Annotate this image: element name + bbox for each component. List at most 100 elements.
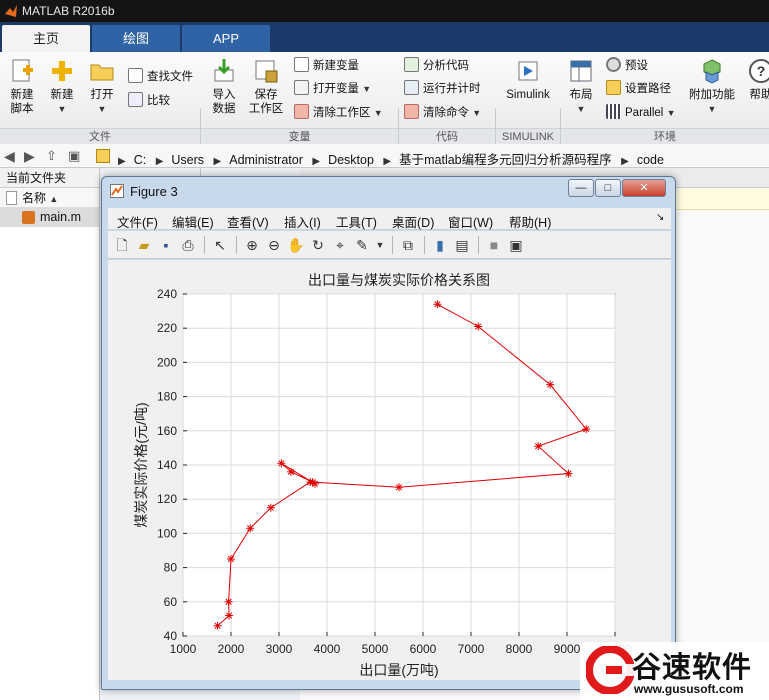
clear-commands-button[interactable]: 清除命令 ▼	[404, 104, 481, 122]
preferences-button[interactable]: 预设	[606, 57, 648, 75]
breadcrumb-item[interactable]: C:	[134, 153, 147, 167]
breadcrumb-item[interactable]: Desktop	[328, 153, 374, 167]
open-variable-button[interactable]: 打开变量 ▼	[294, 80, 371, 98]
forward-arrow-icon[interactable]: ▶	[24, 148, 35, 165]
figure-title-bar[interactable]: Figure 3 — □ ✕	[102, 177, 675, 205]
watermark-url: www.gususoft.com	[634, 682, 744, 696]
chevron-down-icon: ▼	[362, 84, 372, 94]
maximize-button[interactable]: □	[595, 179, 621, 197]
x-tick-label: 3000	[266, 642, 293, 656]
menu-tools[interactable]: 工具(T)	[336, 212, 377, 231]
data-cursor-icon[interactable]: ⌖	[330, 235, 350, 255]
chevron-up-icon: ▲	[49, 194, 59, 204]
menu-help[interactable]: 帮助(H)	[509, 212, 551, 231]
chevron-down-icon[interactable]: ▼	[370, 235, 390, 255]
hide-plot-tools-icon[interactable]: ■	[484, 235, 504, 255]
up-folder-icon[interactable]: ⇧	[46, 148, 57, 164]
help-button[interactable]: ? 帮助	[746, 58, 769, 102]
minimize-button[interactable]: —	[568, 179, 594, 197]
set-path-button[interactable]: 设置路径	[606, 80, 671, 98]
menu-insert[interactable]: 插入(I)	[284, 212, 321, 231]
watermark-name: 谷速软件	[632, 650, 753, 684]
parallel-button[interactable]: Parallel ▼	[606, 104, 675, 122]
find-files-button[interactable]: 查找文件	[128, 68, 193, 86]
clear-commands-label: 清除命令	[423, 107, 469, 119]
save-icon[interactable]: ▪	[156, 235, 176, 255]
tab-plots[interactable]: 绘图	[92, 25, 180, 52]
run-and-time-button[interactable]: 运行并计时	[404, 80, 481, 98]
y-tick-label: 100	[157, 526, 177, 540]
close-button[interactable]: ✕	[622, 179, 666, 197]
compare-button[interactable]: 比较	[128, 92, 170, 110]
layout-button[interactable]: 布局 ▼	[564, 58, 598, 116]
tab-apps[interactable]: APP	[182, 25, 270, 52]
print-icon[interactable]: ⎙	[178, 235, 198, 255]
breadcrumb-separator-icon: ▶	[155, 156, 164, 167]
layout-icon	[570, 60, 592, 82]
section-label-code: 代码	[399, 128, 495, 144]
menu-file[interactable]: 文件(F)	[117, 212, 158, 231]
new-variable-button[interactable]: 新建变量	[294, 57, 359, 75]
figure-canvas: 1000200030004000500060007000800090001000…	[108, 260, 671, 680]
import-data-button[interactable]: 导入 数据	[206, 58, 242, 116]
link-plot-icon[interactable]: ⧉	[398, 235, 418, 255]
y-tick-label: 120	[157, 492, 177, 506]
find-files-icon	[128, 68, 143, 83]
chevron-down-icon: ▼	[97, 104, 107, 114]
open-file-icon[interactable]: ▰	[134, 235, 154, 255]
simulink-button[interactable]: Simulink	[500, 58, 556, 102]
menu-edit[interactable]: 编辑(E)	[172, 212, 214, 231]
data-point	[564, 469, 573, 478]
colorbar-icon[interactable]: ▮	[430, 235, 450, 255]
analyze-code-label: 分析代码	[423, 60, 469, 72]
add-ons-icon	[703, 59, 721, 84]
chart-svg: 1000200030004000500060007000800090001000…	[133, 272, 632, 678]
chevron-down-icon: ▼	[57, 104, 67, 114]
rotate-3d-icon[interactable]: ↻	[308, 235, 328, 255]
clear-workspace-button[interactable]: 清除工作区 ▼	[294, 104, 383, 122]
breadcrumb-separator-icon: ▶	[383, 156, 392, 167]
breadcrumb-item[interactable]: code	[637, 153, 664, 167]
brush-icon[interactable]: ✎	[352, 235, 372, 255]
toolbar-divider	[204, 236, 205, 254]
browse-folder-icon[interactable]: ▣	[68, 148, 80, 164]
breadcrumb-item[interactable]: 基于matlab编程多元回归分析源码程序	[399, 153, 612, 167]
tab-home[interactable]: 主页	[2, 25, 90, 52]
help-icon: ?	[749, 59, 769, 83]
new-figure-icon[interactable]: 🗋	[112, 235, 132, 255]
x-tick-label: 9000	[554, 642, 581, 656]
name-column-header[interactable]: 名称 ▲	[0, 188, 99, 208]
new-button[interactable]: 新建 ▼	[44, 58, 80, 116]
pan-hand-icon[interactable]: ✋	[286, 235, 306, 255]
dock-arrow-icon[interactable]: ↘	[656, 212, 664, 223]
file-icon	[6, 191, 17, 205]
parallel-label: Parallel	[625, 107, 664, 119]
pointer-icon[interactable]: ↖	[210, 235, 230, 255]
open-variable-icon	[294, 80, 309, 95]
y-tick-label: 60	[164, 595, 178, 609]
y-tick-label: 80	[164, 561, 178, 575]
eraser-icon	[294, 104, 309, 119]
back-arrow-icon[interactable]: ◀	[4, 148, 15, 165]
zoom-out-icon[interactable]: ⊖	[264, 235, 284, 255]
ribbon-tabs: 主页 绘图 APP	[0, 22, 769, 52]
show-plot-tools-icon[interactable]: ▣	[506, 235, 526, 255]
analyze-code-button[interactable]: 分析代码	[404, 57, 469, 75]
legend-icon[interactable]: ▤	[452, 235, 472, 255]
y-tick-label: 220	[157, 321, 177, 335]
figure-icon	[110, 184, 124, 198]
menu-window[interactable]: 窗口(W)	[448, 212, 493, 231]
menu-desktop[interactable]: 桌面(D)	[392, 212, 434, 231]
new-script-button[interactable]: 新建 脚本	[4, 58, 40, 116]
name-column-label: 名称	[22, 191, 47, 205]
breadcrumb-item[interactable]: Administrator	[229, 153, 303, 167]
toolbar-divider	[478, 236, 479, 254]
menu-view[interactable]: 查看(V)	[227, 212, 269, 231]
open-button[interactable]: 打开 ▼	[84, 58, 120, 116]
zoom-in-icon[interactable]: ⊕	[242, 235, 262, 255]
breadcrumb-item[interactable]: Users	[171, 153, 204, 167]
save-workspace-button[interactable]: 保存 工作区	[246, 58, 286, 116]
add-ons-button[interactable]: 附加功能 ▼	[684, 58, 740, 116]
data-point	[582, 425, 591, 434]
file-item[interactable]: main.m	[0, 208, 99, 227]
